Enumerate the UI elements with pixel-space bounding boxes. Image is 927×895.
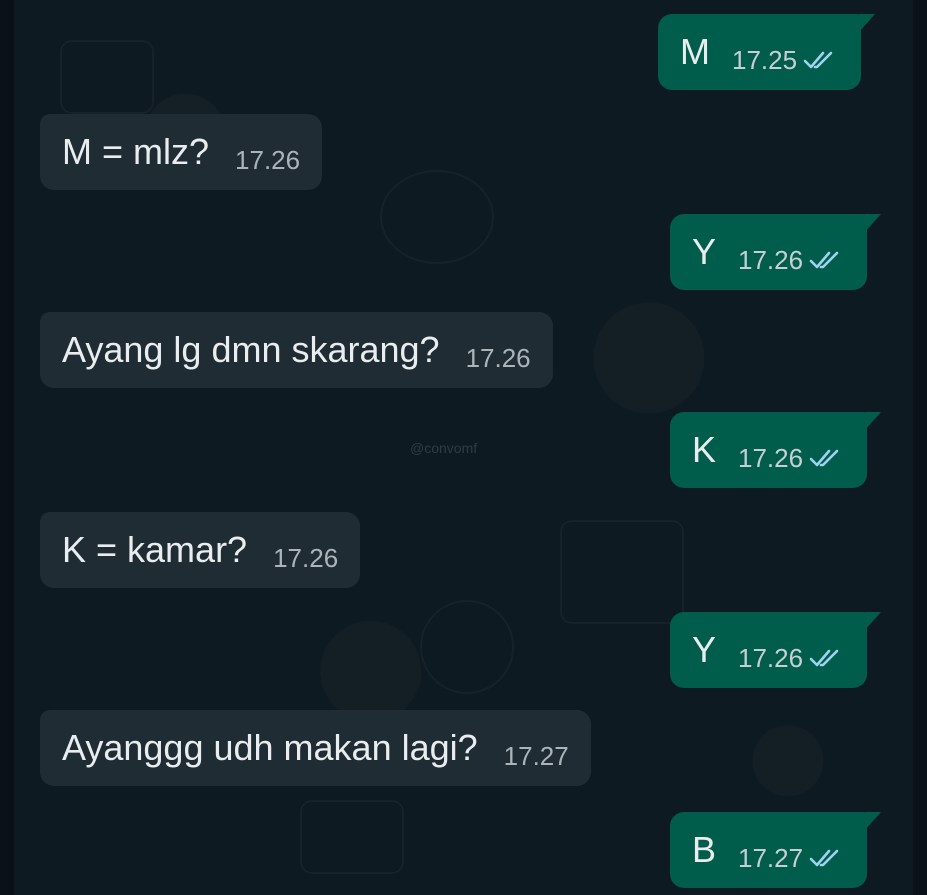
message-bubble-outgoing[interactable]: Y 17.26 [670,612,882,688]
message-bubble-incoming[interactable]: K = kamar? 17.26 [40,512,361,588]
message-text: Y [692,629,717,670]
message-time: 17.26 [738,244,804,275]
double-check-icon [809,251,839,269]
message-bubble-outgoing[interactable]: M 17.25 [658,14,876,90]
left-edge [0,0,14,895]
double-check-icon [809,649,839,667]
message-text: M = mlz? [62,131,210,172]
message-time: 17.27 [503,740,569,771]
message-text: Ayang lg dmn skarang? [62,329,440,370]
message-text: Ayanggg udh makan lagi? [62,727,478,768]
message-text: K = kamar? [62,529,248,570]
message-time: 17.25 [732,44,798,75]
message-time: 17.27 [738,842,804,873]
wallpaper-doodle [380,170,494,264]
message-text: Y [692,231,717,272]
double-check-icon [809,449,839,467]
wallpaper-doodle [60,40,154,114]
wallpaper-doodle [300,800,404,874]
right-edge [913,0,927,895]
message-time: 17.26 [465,342,531,373]
chat-area[interactable]: @convomf M 17.25 M = mlz? 17.26 Y 17.26 [0,0,927,895]
message-bubble-incoming[interactable]: M = mlz? 17.26 [40,114,323,190]
message-time: 17.26 [738,642,804,673]
message-text: B [692,829,717,870]
watermark: @convomf [410,440,478,456]
message-text: K [692,429,717,470]
wallpaper-doodle [560,520,684,624]
message-bubble-outgoing[interactable]: Y 17.26 [670,214,882,290]
message-bubble-outgoing[interactable]: K 17.26 [670,412,882,488]
message-bubble-incoming[interactable]: Ayang lg dmn skarang? 17.26 [40,312,553,388]
message-bubble-incoming[interactable]: Ayanggg udh makan lagi? 17.27 [40,710,591,786]
double-check-icon [803,51,833,69]
message-time: 17.26 [738,442,804,473]
message-bubble-outgoing[interactable]: B 17.27 [670,812,882,888]
wallpaper-doodle [420,600,514,694]
message-time: 17.26 [235,144,301,175]
double-check-icon [809,849,839,867]
message-time: 17.26 [273,542,339,573]
message-text: M [680,31,710,72]
